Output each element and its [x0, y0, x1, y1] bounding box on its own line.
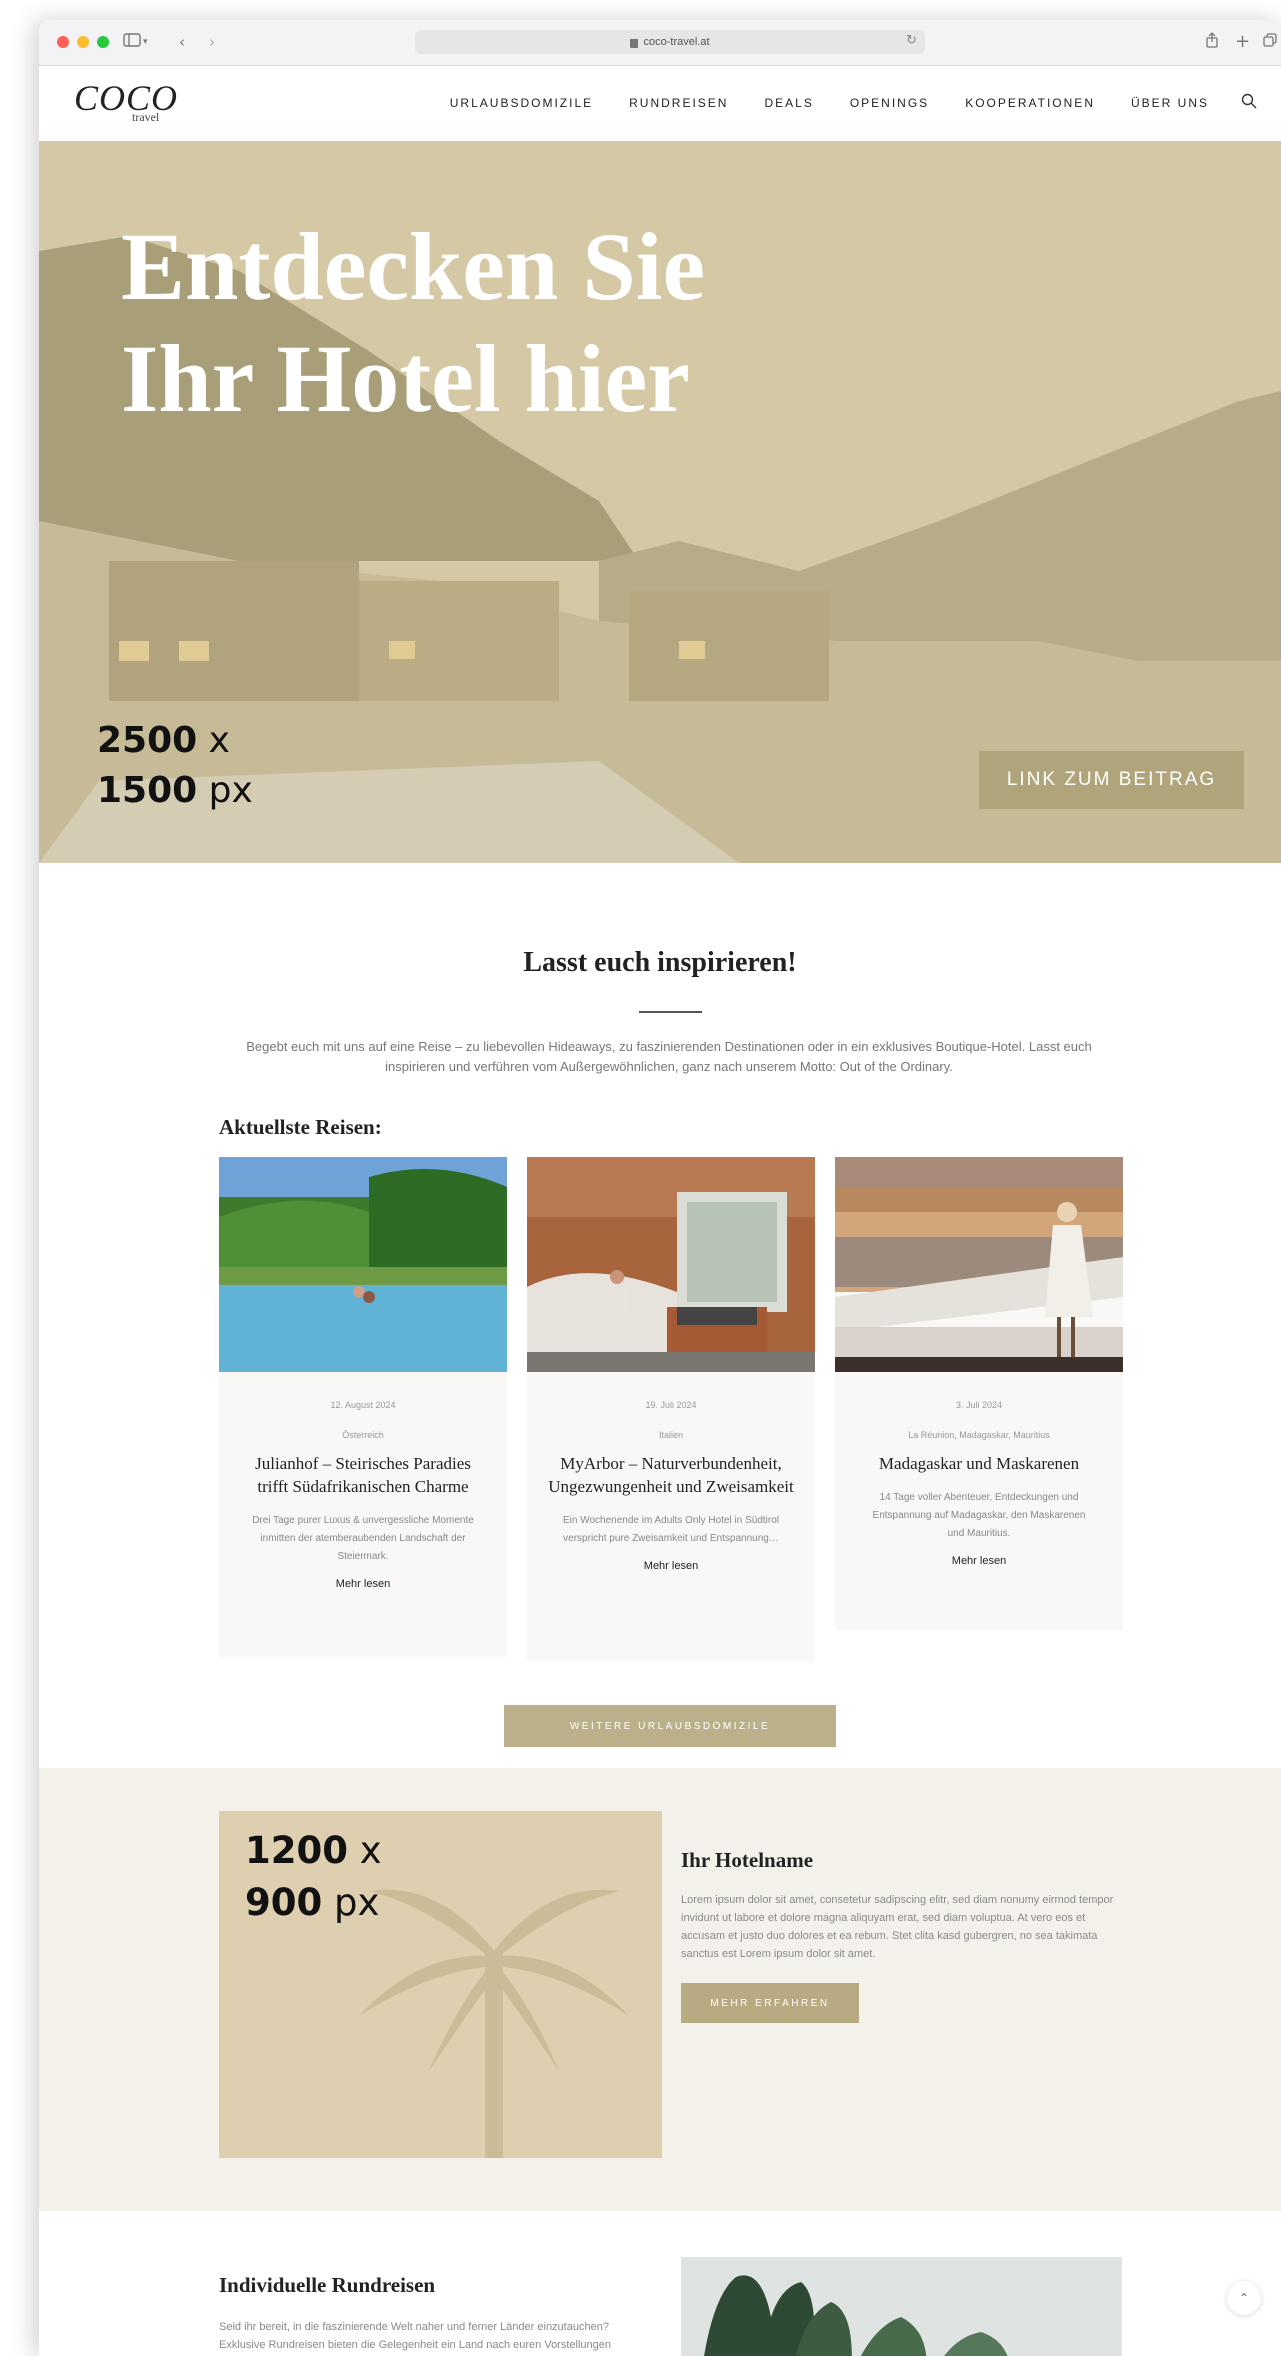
hero-size-unit: px [208, 770, 253, 811]
lock-icon [630, 38, 639, 48]
hero-image-size-label: 2500 x 1500 px [97, 716, 253, 816]
hotel-width-value: 1200 [245, 1829, 348, 1872]
link-to-post-button[interactable]: LINK ZUM BEITRAG [979, 751, 1244, 809]
main-menu: URLAUBSDOMIZILE RUNDREISEN DEALS OPENING… [450, 96, 1209, 110]
trip-location: Italien [658, 1430, 684, 1440]
hotel-image-placeholder: 1200 x 900 px [219, 1811, 662, 2158]
trip-date: 3. Juli 2024 [955, 1400, 1003, 1410]
logo[interactable]: COCO travel [74, 78, 179, 124]
window-controls [57, 36, 109, 48]
read-more-link[interactable]: Mehr lesen [835, 1555, 1123, 1567]
hotel-size-separator: x [359, 1829, 382, 1872]
section-title: Lasst euch inspirieren! [523, 947, 797, 978]
recent-trips-heading: Aktuellste Reisen: [219, 1115, 382, 1139]
close-window-button[interactable] [57, 36, 69, 48]
site-header: COCO travel URLAUBSDOMIZILE RUNDREISEN D… [39, 66, 1281, 141]
menu-item-deals[interactable]: DEALS [764, 96, 813, 110]
url-text: coco-travel.at [643, 36, 710, 48]
search-icon[interactable] [1241, 93, 1257, 109]
round-trips-title: Individuelle Rundreisen [219, 2273, 436, 2297]
trip-card[interactable]: 12. August 2024 Österreich Julianhof – S… [219, 1157, 507, 1657]
menu-item-openings[interactable]: OPENINGS [850, 96, 929, 110]
section-divider [639, 1011, 702, 1013]
trip-title[interactable]: Julianhof – Steirisches Paradies trifft … [239, 1452, 487, 1498]
address-bar[interactable]: coco-travel.at ↻ [415, 30, 925, 54]
hotel-name: Ihr Hotelname [681, 1848, 814, 1872]
reload-icon[interactable]: ↻ [906, 33, 917, 48]
hotel-height-value: 900 [245, 1881, 323, 1924]
share-icon[interactable] [1205, 32, 1219, 53]
more-accommodations-button[interactable]: WEITERE URLAUBSDOMIZILE [504, 1705, 836, 1747]
trip-description: 14 Tage voller Abenteuer, Entdeckungen u… [872, 1492, 1086, 1539]
round-trips-section: Individuelle Rundreisen Seid ihr bereit,… [39, 2211, 1281, 2356]
trip-card-image[interactable] [219, 1157, 507, 1372]
minimize-window-button[interactable] [77, 36, 89, 48]
sidebar-icon[interactable] [123, 32, 141, 52]
read-more-link[interactable]: Mehr lesen [527, 1560, 815, 1572]
trip-date: 19. Juli 2024 [645, 1400, 697, 1410]
read-more-link[interactable]: Mehr lesen [219, 1578, 507, 1590]
trip-description: Ein Wochenende im Adults Only Hotel in S… [562, 1515, 780, 1544]
scroll-to-top-button[interactable]: ⌃ [1227, 2281, 1261, 2315]
learn-more-button[interactable]: MEHR ERFAHREN [681, 1983, 859, 2023]
trip-date: 12. August 2024 [330, 1400, 396, 1410]
forward-icon[interactable]: › [209, 32, 215, 52]
browser-toolbar: ▾ ‹ › coco-travel.at ↻ + [39, 20, 1281, 66]
menu-item-rundreisen[interactable]: RUNDREISEN [629, 96, 728, 110]
chevron-up-icon: ⌃ [1238, 2291, 1250, 2305]
trip-card[interactable]: 3. Juli 2024 La Réunion, Madagaskar, Mau… [835, 1157, 1123, 1630]
inspiration-section: Lasst euch inspirieren! Begebt euch mit … [39, 863, 1281, 1768]
menu-item-ueber-uns[interactable]: ÜBER UNS [1131, 96, 1209, 110]
trip-card[interactable]: 19. Juli 2024 Italien MyArbor – Naturver… [527, 1157, 815, 1661]
menu-item-kooperationen[interactable]: KOOPERATIONEN [965, 96, 1095, 110]
hotel-section: 1200 x 900 px Ihr Hotelname Lorem ipsum … [39, 1768, 1281, 2211]
trip-card-image[interactable] [835, 1157, 1123, 1372]
back-icon[interactable]: ‹ [179, 32, 185, 52]
trip-card-image[interactable] [527, 1157, 815, 1372]
hotel-size-unit: px [334, 1881, 380, 1924]
hero-title: Entdecken Sie Ihr Hotel hier [121, 213, 706, 432]
trip-title[interactable]: MyArbor – Naturverbundenheit, Ungezwunge… [547, 1452, 795, 1498]
hotel-description: Lorem ipsum dolor sit amet, consetetur s… [681, 1894, 1114, 1960]
zoom-window-button[interactable] [97, 36, 109, 48]
logo-text: COCO [74, 78, 179, 118]
hero-width-value: 2500 [97, 720, 198, 761]
trip-location: La Réunion, Madagaskar, Mauritius [908, 1430, 1050, 1440]
hotel-image-size-label: 1200 x 900 px [245, 1825, 382, 1929]
tabs-icon[interactable] [1263, 32, 1277, 52]
hero-section: Entdecken Sie Ihr Hotel hier 2500 x 1500… [39, 141, 1281, 863]
hero-height-value: 1500 [97, 770, 198, 811]
round-trips-text: Seid ihr bereit, in die faszinierende We… [219, 2321, 611, 2351]
browser-window: ▾ ‹ › coco-travel.at ↻ + COCO travel URL… [39, 20, 1281, 2356]
chevron-down-icon[interactable]: ▾ [143, 32, 148, 52]
hero-size-separator: x [208, 720, 230, 761]
new-tab-icon[interactable]: + [1235, 32, 1250, 52]
logo-subtext: travel [132, 110, 160, 124]
round-trips-image[interactable] [681, 2257, 1122, 2356]
trip-title[interactable]: Madagaskar und Maskarenen [855, 1452, 1103, 1475]
trip-description: Drei Tage purer Luxus & unvergessliche M… [252, 1515, 474, 1562]
menu-item-urlaubsdomizile[interactable]: URLAUBSDOMIZILE [450, 96, 593, 110]
section-intro: Begebt euch mit uns auf eine Reise – zu … [246, 1039, 1092, 1074]
trip-location: Österreich [342, 1430, 384, 1440]
